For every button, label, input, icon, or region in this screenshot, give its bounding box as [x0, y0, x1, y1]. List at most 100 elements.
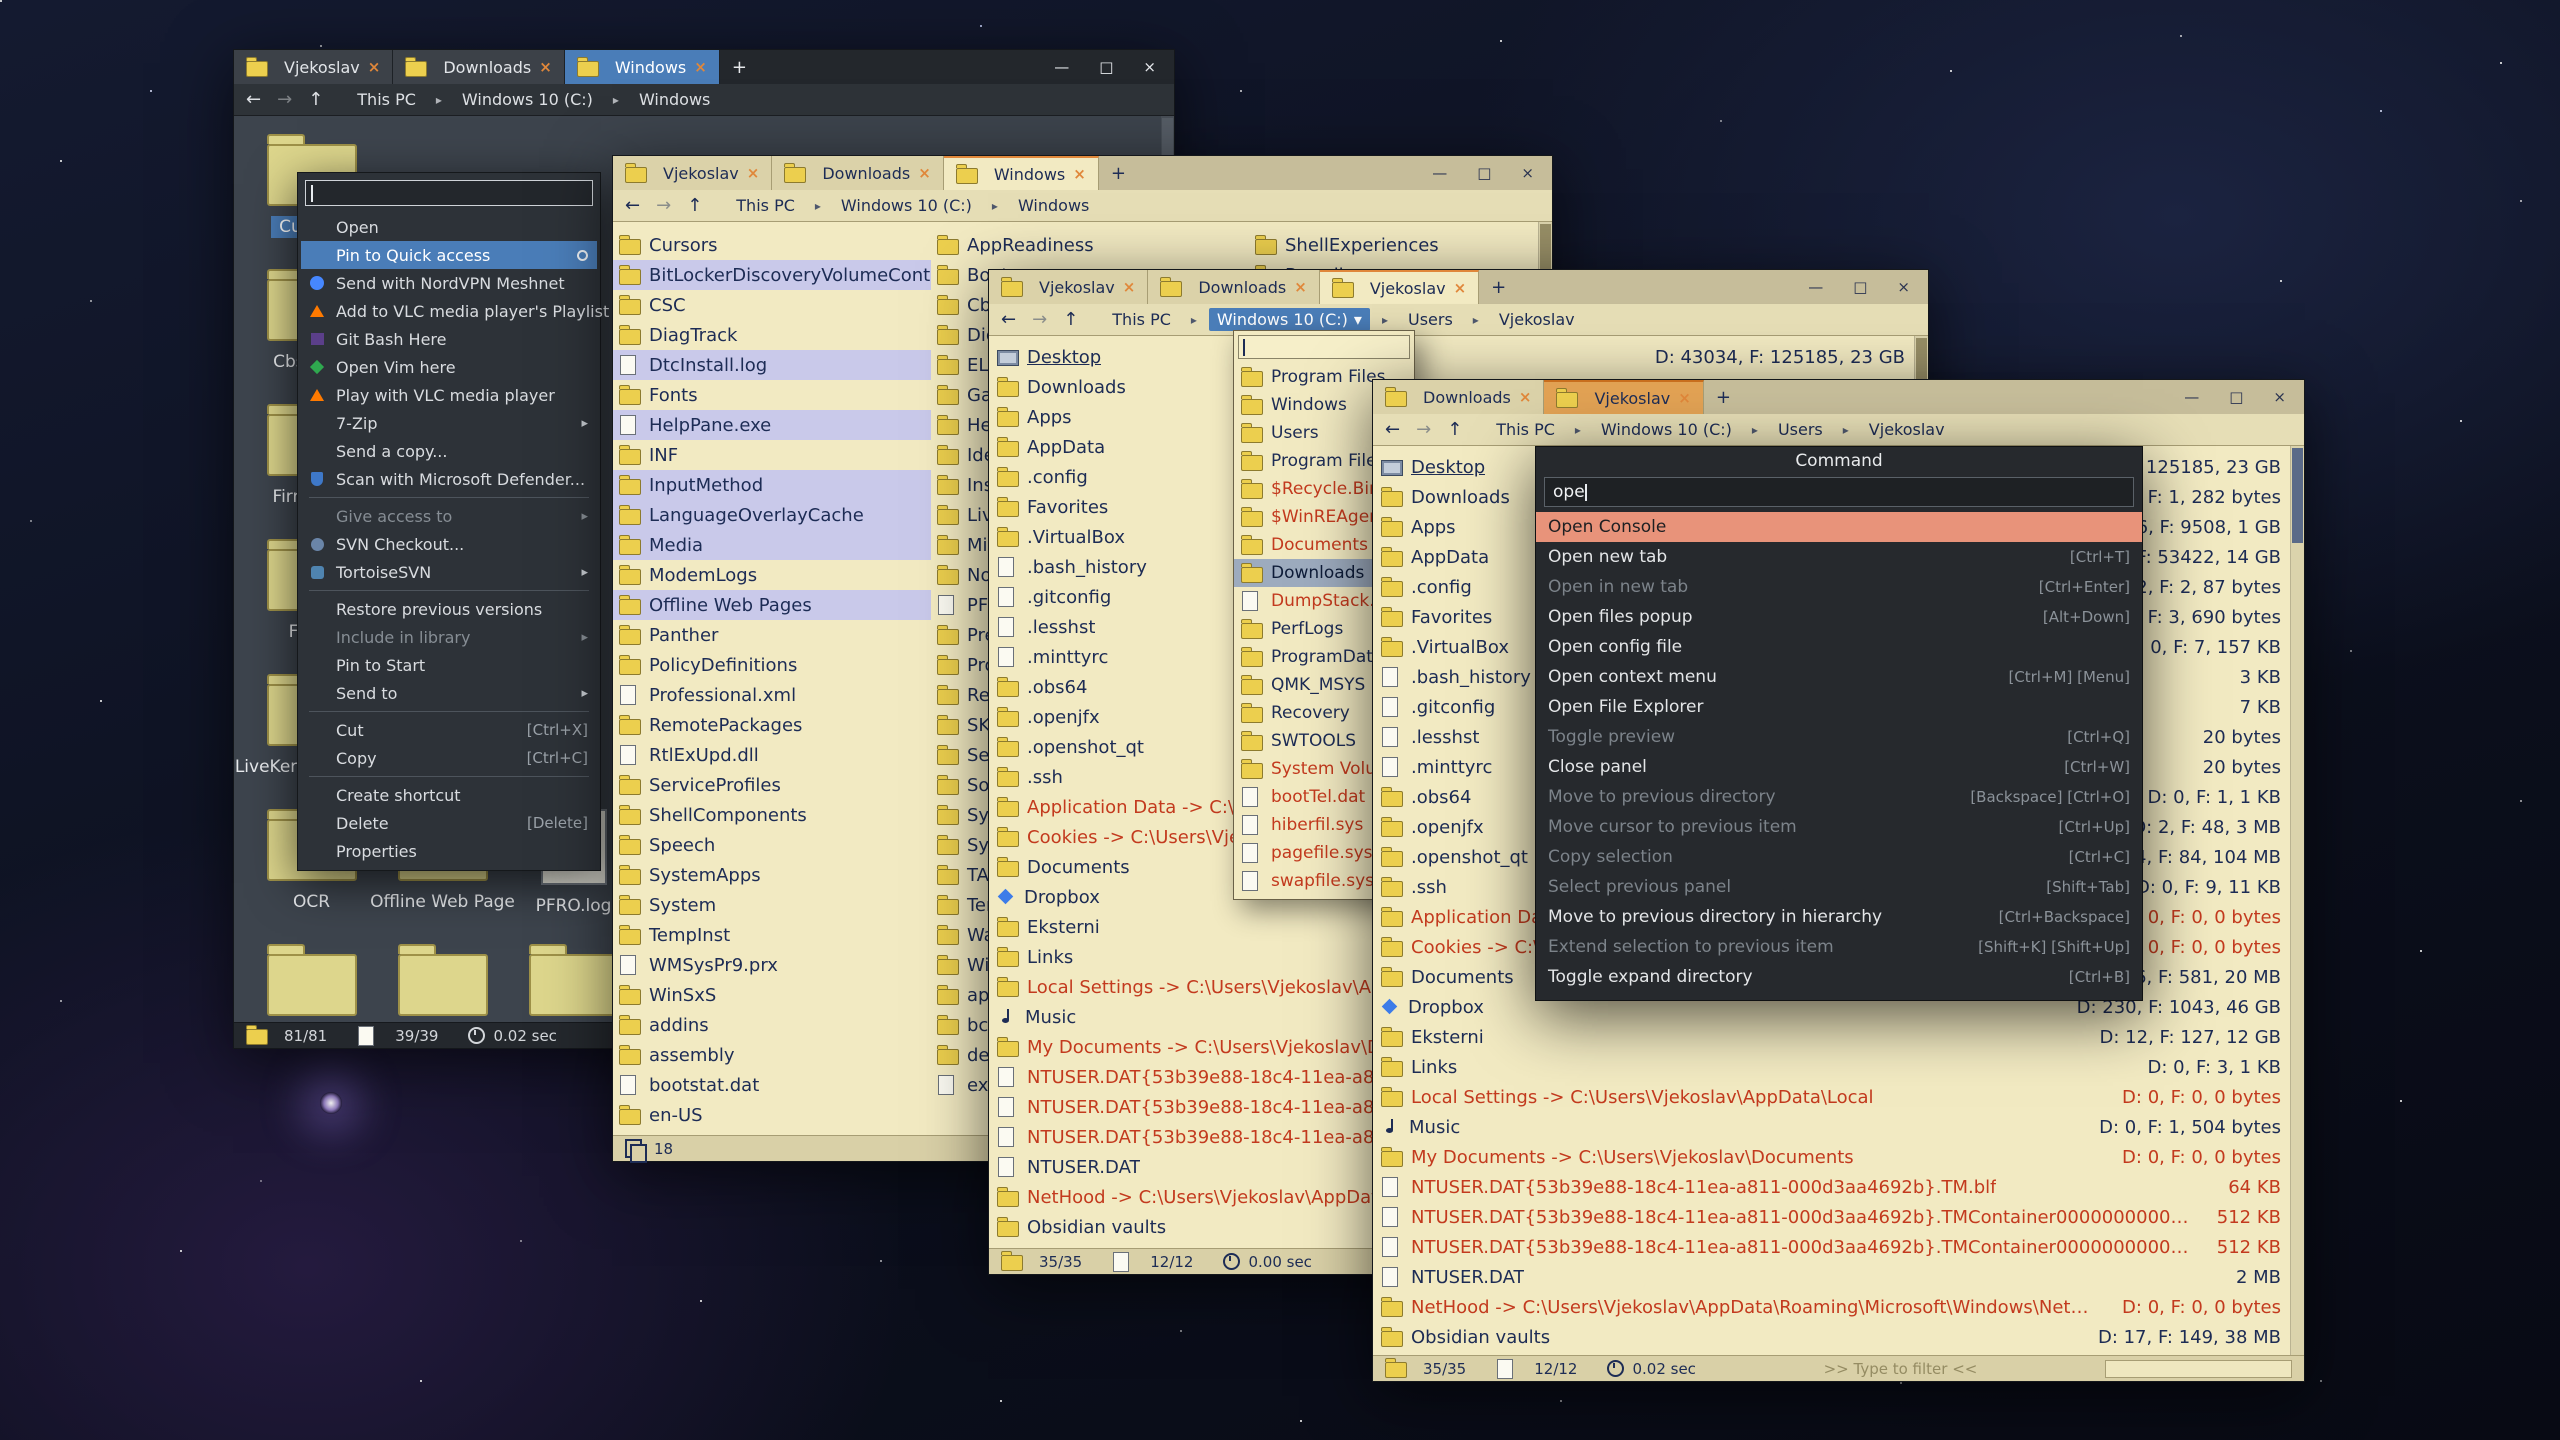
file-row[interactable]: ModemLogs [613, 560, 931, 590]
context-menu-item[interactable]: Create shortcut ▸ [301, 781, 597, 809]
context-menu-item[interactable]: Give access to ▸ [301, 502, 597, 530]
tab[interactable]: Vjekoslav × [989, 270, 1148, 304]
command-item[interactable]: Open files popup [Alt+Down] [1536, 602, 2142, 632]
tab[interactable]: Vjekoslav × [1544, 380, 1703, 414]
status-filter-input[interactable] [2105, 1360, 2292, 1378]
file-row[interactable]: addins [613, 1010, 931, 1040]
scrollbar-thumb[interactable] [2292, 448, 2303, 543]
maximize-button[interactable]: □ [1477, 164, 1491, 182]
file-row[interactable]: Local Settings -> C:\Users\Vjekoslav\App… [1373, 1082, 2291, 1112]
file-row[interactable]: Professional.xml [613, 680, 931, 710]
file-row[interactable]: DiagTrack [613, 320, 931, 350]
breadcrumb-item[interactable]: Windows 10 (C:) ▾ [424, 88, 601, 111]
file-row[interactable]: HelpPane.exe [613, 410, 931, 440]
command-item[interactable]: Toggle preview [Ctrl+Q] [1536, 722, 2142, 752]
tab[interactable]: Windows × [565, 50, 720, 84]
command-item[interactable]: Open in new tab [Ctrl+Enter] [1536, 572, 2142, 602]
maximize-button[interactable]: □ [2229, 388, 2243, 406]
grid-item[interactable] [377, 936, 508, 1022]
maximize-button[interactable]: □ [1853, 278, 1867, 296]
up-button[interactable]: ↑ [1447, 419, 1462, 440]
tab[interactable]: Vjekoslav × [1320, 270, 1479, 304]
tab-close-icon[interactable]: × [1678, 389, 1691, 407]
file-row[interactable]: BitLockerDiscoveryVolumeContents [613, 260, 931, 290]
command-item[interactable]: Open config file [1536, 632, 2142, 662]
tab[interactable]: Downloads × [393, 50, 564, 84]
file-row[interactable]: InputMethod [613, 470, 931, 500]
command-item[interactable]: Open new tab [Ctrl+T] [1536, 542, 2142, 572]
context-menu-item[interactable]: Pin to Quick access ▸ [301, 241, 597, 269]
back-button[interactable]: ← [1001, 309, 1016, 330]
new-tab-button[interactable]: + [720, 50, 759, 84]
file-row[interactable]: LanguageOverlayCache [613, 500, 931, 530]
command-item[interactable]: Close panel [Ctrl+W] [1536, 752, 2142, 782]
minimize-button[interactable]: — [2184, 388, 2199, 406]
breadcrumb-item[interactable]: This PC ▾ [728, 194, 803, 217]
command-item[interactable]: Select previous panel [Shift+Tab] [1536, 872, 2142, 902]
context-menu-item[interactable]: ▸ [301, 493, 597, 502]
breadcrumb-item[interactable]: Users ▾ [1370, 308, 1461, 331]
command-item[interactable]: Move to previous directory [Backspace] [… [1536, 782, 2142, 812]
tab[interactable]: Windows × [944, 156, 1099, 190]
context-menu-item[interactable]: ▸ [301, 586, 597, 595]
file-row[interactable]: NetHood -> C:\Users\Vjekoslav\AppData\Ro… [1373, 1292, 2291, 1322]
file-row[interactable]: NTUSER.DAT{53b39e88-18c4-11ea-a811-000d3… [1373, 1232, 2291, 1262]
up-button[interactable]: ↑ [308, 89, 323, 110]
command-item[interactable]: Toggle expand directory [Ctrl+B] [1536, 962, 2142, 992]
file-row[interactable]: AppReadiness [931, 230, 1249, 260]
file-row[interactable]: ShellComponents [613, 800, 931, 830]
context-menu-item[interactable]: TortoiseSVN ▸ [301, 558, 597, 586]
tab-close-icon[interactable]: × [1519, 388, 1532, 406]
breadcrumb-item[interactable]: Windows 10 (C:) ▾ [1563, 418, 1740, 441]
close-button[interactable]: × [2273, 388, 2286, 406]
tab-close-icon[interactable]: × [539, 58, 552, 76]
new-tab-button[interactable]: + [1479, 270, 1518, 304]
context-menu-item[interactable]: Cut [Ctrl+X] ▸ [301, 716, 597, 744]
breadcrumb-item[interactable]: This PC ▾ [1488, 418, 1563, 441]
tab-close-icon[interactable]: × [747, 164, 760, 182]
context-menu-item[interactable]: Copy [Ctrl+C] ▸ [301, 744, 597, 772]
tab-close-icon[interactable]: × [1123, 278, 1136, 296]
context-menu-item[interactable]: 7-Zip ▸ [301, 409, 597, 437]
tab[interactable]: Downloads × [1373, 380, 1544, 414]
breadcrumb-item[interactable]: Windows ▾ [980, 194, 1097, 217]
command-item[interactable]: Open Console [1536, 512, 2142, 542]
breadcrumb-item[interactable]: Vjekoslav ▾ [1461, 308, 1583, 331]
context-menu-item[interactable]: Add to VLC media player's Playlist ▸ [301, 297, 597, 325]
file-row[interactable]: RtlExUpd.dll [613, 740, 931, 770]
file-row[interactable]: Obsidian vaults D: 17, F: 149, 38 MB [1373, 1322, 2291, 1352]
context-menu-item[interactable]: Send with NordVPN Meshnet ▸ [301, 269, 597, 297]
file-row[interactable]: DtcInstall.log [613, 350, 931, 380]
breadcrumb-item[interactable]: Users ▾ [1740, 418, 1831, 441]
file-row[interactable]: Desktop D: 43034, F: 125185, 23 GB [989, 342, 1915, 372]
tab-close-icon[interactable]: × [1073, 165, 1086, 183]
file-row[interactable]: NTUSER.DAT 2 MB [1373, 1262, 2291, 1292]
context-menu-item[interactable]: Play with VLC media player ▸ [301, 381, 597, 409]
tab[interactable]: Vjekoslav × [234, 50, 393, 84]
command-input[interactable]: ope [1544, 477, 2134, 507]
file-row[interactable]: Offline Web Pages [613, 590, 931, 620]
file-row[interactable]: Fonts [613, 380, 931, 410]
command-item[interactable]: Copy selection [Ctrl+C] [1536, 842, 2142, 872]
file-row[interactable]: CSC [613, 290, 931, 320]
file-row[interactable]: RemotePackages [613, 710, 931, 740]
tab-close-icon[interactable]: × [368, 58, 381, 76]
context-menu-item[interactable]: Git Bash Here ▸ [301, 325, 597, 353]
breadcrumb-item[interactable]: This PC ▾ [349, 88, 424, 111]
context-menu-item[interactable]: ▸ [301, 707, 597, 716]
context-menu-filter-input[interactable] [305, 180, 593, 206]
file-row[interactable]: Speech [613, 830, 931, 860]
file-row[interactable]: Eksterni D: 12, F: 127, 12 GB [1373, 1022, 2291, 1052]
back-button[interactable]: ← [625, 195, 640, 216]
minimize-button[interactable]: — [1808, 278, 1823, 296]
new-tab-button[interactable]: + [1704, 380, 1743, 414]
file-row[interactable]: assembly [613, 1040, 931, 1070]
dropdown-filter-input[interactable] [1238, 335, 1410, 359]
tab-close-icon[interactable]: × [1454, 279, 1467, 297]
file-row[interactable]: Music D: 0, F: 1, 504 bytes [1373, 1112, 2291, 1142]
vertical-scrollbar[interactable] [2290, 446, 2304, 1355]
file-row[interactable]: NTUSER.DAT{53b39e88-18c4-11ea-a811-000d3… [1373, 1202, 2291, 1232]
close-button[interactable]: × [1521, 164, 1534, 182]
forward-button[interactable]: → [277, 89, 292, 110]
tab-close-icon[interactable]: × [694, 58, 707, 76]
